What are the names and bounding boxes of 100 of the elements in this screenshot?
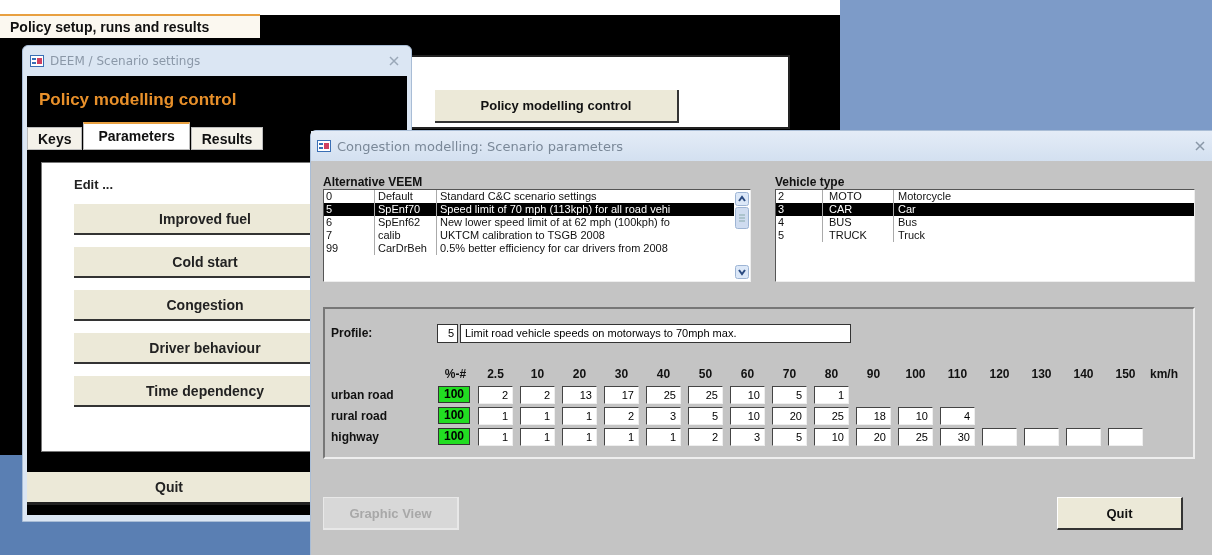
edit-button[interactable]: Congestion bbox=[74, 290, 312, 321]
column-header: 20 bbox=[571, 366, 588, 381]
value-field[interactable]: 13 bbox=[562, 385, 597, 404]
value-field[interactable]: 1 bbox=[562, 406, 597, 425]
tab[interactable]: Results bbox=[190, 127, 264, 150]
profile-number-field[interactable]: 5 bbox=[437, 323, 458, 343]
list-cell: 3 bbox=[776, 203, 823, 216]
value-field[interactable]: 20 bbox=[856, 427, 891, 446]
row-label: rural road bbox=[331, 408, 388, 423]
column-header: 10 bbox=[529, 366, 546, 381]
value-field[interactable]: 1 bbox=[604, 427, 639, 446]
edit-button[interactable]: Driver behaviour bbox=[74, 333, 312, 364]
list-cell-text: Car bbox=[897, 203, 916, 216]
empty-field[interactable] bbox=[1066, 427, 1101, 446]
list-cell-text: Truck bbox=[897, 229, 926, 242]
value-field[interactable]: 2 bbox=[520, 385, 555, 404]
value-field[interactable]: 1 bbox=[520, 406, 555, 425]
list-cell-text: Motorcycle bbox=[897, 190, 952, 203]
scroll-thumb[interactable] bbox=[735, 207, 749, 229]
value-field[interactable]: 25 bbox=[688, 385, 723, 404]
list-cell: 99 bbox=[324, 242, 375, 255]
list-cell: 5 bbox=[776, 229, 823, 242]
value-field[interactable]: 1 bbox=[646, 427, 681, 446]
value-field[interactable]: 1 bbox=[478, 427, 513, 446]
list-cell: CAR bbox=[823, 203, 894, 216]
value-field[interactable]: 10 bbox=[814, 427, 849, 446]
profile-description-field[interactable]: Limit road vehicle speeds on motorways to 70mph max. bbox=[460, 323, 851, 343]
value-field[interactable]: 3 bbox=[646, 406, 681, 425]
edit-button[interactable]: Time dependency bbox=[74, 376, 312, 407]
value-field[interactable]: 25 bbox=[646, 385, 681, 404]
list-row[interactable]: 5 TRUCK Truck bbox=[776, 229, 1194, 242]
value-field[interactable]: 5 bbox=[772, 385, 807, 404]
share-field[interactable]: 100 bbox=[438, 386, 470, 403]
edit-button[interactable]: Cold start bbox=[74, 247, 312, 278]
column-header: 130 bbox=[1030, 366, 1053, 381]
window-title: DEEM / Scenario settings bbox=[50, 54, 202, 68]
column-header: 140 bbox=[1072, 366, 1095, 381]
app-tab[interactable]: Policy setup, runs and results bbox=[0, 14, 260, 38]
tab[interactable]: Keys bbox=[27, 127, 83, 150]
value-field[interactable]: 25 bbox=[814, 406, 849, 425]
list-cell: BUS bbox=[823, 216, 894, 229]
list-cell-text: Speed limit of 70 mph (113kph) for all road vehi bbox=[439, 203, 671, 216]
row-label: highway bbox=[331, 429, 380, 444]
tab[interactable]: Parameters bbox=[83, 122, 190, 150]
quit-button[interactable]: Quit bbox=[27, 472, 311, 505]
list-cell-text: 0.5% better efficiency for car drivers from 2008 bbox=[439, 242, 668, 255]
form-heading: Policy modelling control bbox=[38, 89, 238, 111]
value-field[interactable]: 18 bbox=[856, 406, 891, 425]
profile-label: Profile: bbox=[331, 326, 374, 340]
window-title: Congestion modelling: Scenario parameters bbox=[337, 138, 625, 154]
value-field[interactable]: 1 bbox=[562, 427, 597, 446]
share-field[interactable]: 100 bbox=[438, 407, 470, 424]
list-row[interactable]: 5 SpEnf70 Speed limit of 70 mph (113kph) for all road vehi bbox=[324, 203, 734, 216]
list-cell: 5 bbox=[324, 203, 375, 216]
list-cell: SpEnf70 bbox=[375, 203, 437, 216]
quit-button[interactable]: Quit bbox=[1057, 497, 1183, 530]
scroll-up-icon[interactable] bbox=[735, 192, 749, 206]
list-cell: 4 bbox=[776, 216, 823, 229]
empty-field[interactable] bbox=[982, 427, 1017, 446]
empty-field[interactable] bbox=[1108, 427, 1143, 446]
list-cell: CarDrBeh bbox=[375, 242, 437, 255]
unit-label: km/h bbox=[1150, 366, 1179, 381]
list-cell-text: Standard C&C scenario settings bbox=[439, 190, 597, 203]
share-field[interactable]: 100 bbox=[438, 428, 470, 445]
value-field[interactable]: 5 bbox=[688, 406, 723, 425]
list-cell: TRUCK bbox=[823, 229, 894, 242]
column-header: 2.5 bbox=[486, 366, 505, 381]
empty-field[interactable] bbox=[1024, 427, 1059, 446]
value-field[interactable]: 1 bbox=[520, 427, 555, 446]
value-field[interactable]: 4 bbox=[940, 406, 975, 425]
edit-label: Edit ... bbox=[74, 177, 114, 192]
column-header: 90 bbox=[865, 366, 882, 381]
column-header: 50 bbox=[697, 366, 714, 381]
list-cell-text: Bus bbox=[897, 216, 917, 229]
row-label: urban road bbox=[331, 387, 395, 402]
scroll-down-icon[interactable] bbox=[735, 265, 749, 279]
form-icon bbox=[317, 140, 331, 152]
column-header: 150 bbox=[1114, 366, 1137, 381]
value-field[interactable]: 2 bbox=[688, 427, 723, 446]
policy-control-button[interactable]: Policy modelling control bbox=[435, 90, 679, 123]
value-field[interactable]: 1 bbox=[478, 406, 513, 425]
list-row[interactable]: 99 CarDrBeh 0.5% better efficiency for car drivers from 2008 bbox=[324, 242, 734, 255]
value-field[interactable]: 5 bbox=[772, 427, 807, 446]
edit-button[interactable]: Improved fuel bbox=[74, 204, 312, 235]
list-row[interactable]: 7 calib UKTCM calibration to TSGB 2008 bbox=[324, 229, 734, 242]
value-field[interactable]: 10 bbox=[730, 406, 765, 425]
value-field[interactable]: 20 bbox=[772, 406, 807, 425]
value-field[interactable]: 2 bbox=[604, 406, 639, 425]
value-field[interactable]: 2 bbox=[478, 385, 513, 404]
form-icon bbox=[30, 55, 44, 67]
value-field[interactable]: 3 bbox=[730, 427, 765, 446]
value-field[interactable]: 10 bbox=[730, 385, 765, 404]
value-field[interactable]: 1 bbox=[814, 385, 849, 404]
list-row[interactable]: 6 SpEnf62 New lower speed limit of at 62 mph (100kph) fo bbox=[324, 216, 734, 229]
value-field[interactable]: 25 bbox=[898, 427, 933, 446]
list-row[interactable]: 4 BUS Bus bbox=[776, 216, 1194, 229]
list-row[interactable]: 3 CAR Car bbox=[776, 203, 1194, 216]
value-field[interactable]: 17 bbox=[604, 385, 639, 404]
value-field[interactable]: 30 bbox=[940, 427, 975, 446]
value-field[interactable]: 10 bbox=[898, 406, 933, 425]
